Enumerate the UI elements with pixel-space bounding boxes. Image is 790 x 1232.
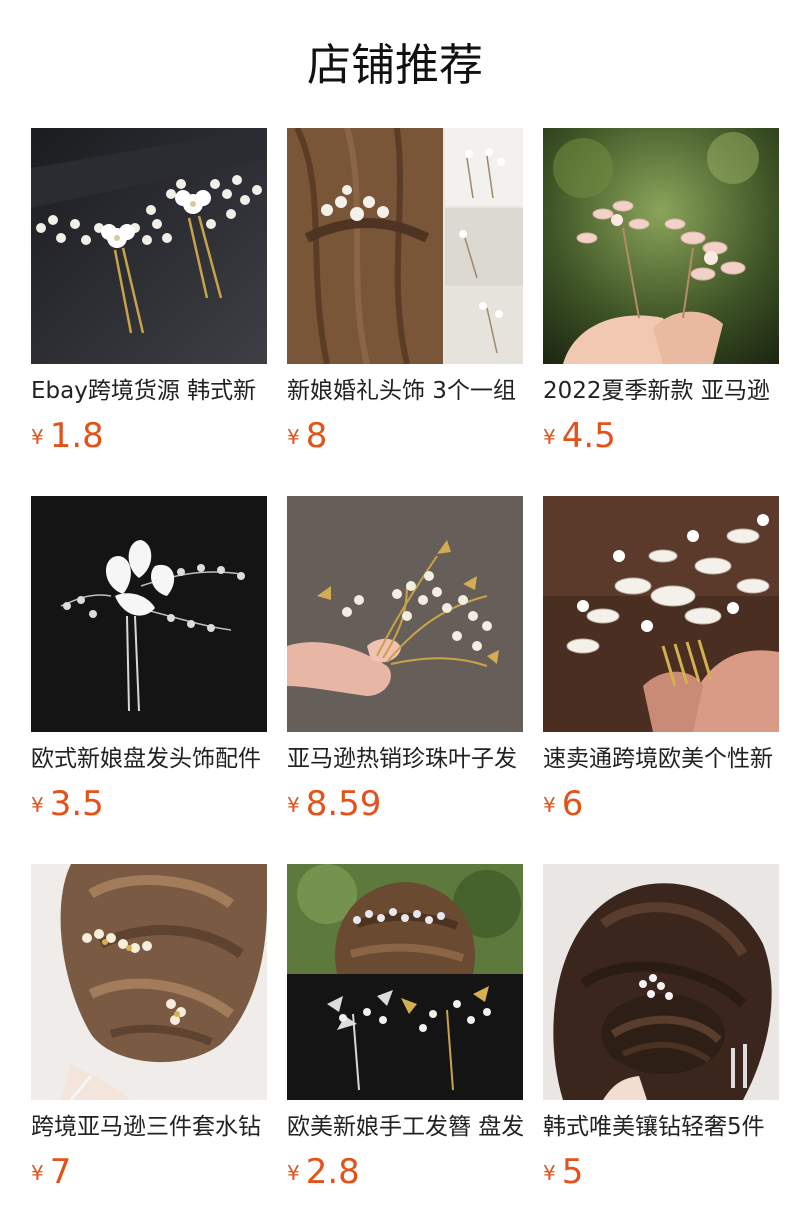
product-price: ¥1.8 — [31, 414, 104, 458]
price-value: 4.5 — [561, 416, 616, 456]
currency-symbol: ¥ — [31, 1161, 44, 1185]
product-card[interactable]: 欧式新娘盘发头饰配件 ¥3.5 — [31, 496, 267, 836]
product-price: ¥8 — [287, 414, 327, 458]
product-image[interactable] — [31, 496, 267, 732]
product-price: ¥4.5 — [543, 414, 616, 458]
product-image[interactable] — [543, 128, 779, 364]
currency-symbol: ¥ — [31, 425, 44, 449]
currency-symbol: ¥ — [287, 793, 300, 817]
product-card[interactable]: 韩式唯美镶钻轻奢5件 ¥5 — [543, 864, 779, 1204]
currency-symbol: ¥ — [543, 425, 556, 449]
price-value: 3.5 — [49, 784, 104, 824]
product-image[interactable] — [31, 128, 267, 364]
page-title: 店铺推荐 — [307, 40, 483, 91]
price-value: 8 — [305, 416, 328, 456]
product-image[interactable] — [287, 864, 523, 1100]
product-card[interactable]: Ebay跨境货源 韩式新 ¥1.8 — [31, 128, 267, 468]
currency-symbol: ¥ — [543, 793, 556, 817]
product-card[interactable]: 速卖通跨境欧美个性新 ¥6 — [543, 496, 779, 836]
product-name[interactable]: 韩式唯美镶钻轻奢5件 — [543, 1110, 779, 1144]
product-card[interactable]: 2022夏季新款 亚马逊 ¥4.5 — [543, 128, 779, 468]
product-price: ¥6 — [543, 782, 583, 826]
price-value: 8.59 — [305, 784, 382, 824]
product-image[interactable] — [543, 496, 779, 732]
product-price: ¥8.59 — [287, 782, 381, 826]
product-name[interactable]: 新娘婚礼头饰 3个一组 — [287, 374, 523, 408]
product-price: ¥5 — [543, 1150, 583, 1194]
product-image[interactable] — [543, 864, 779, 1100]
price-value: 7 — [49, 1152, 72, 1192]
product-name[interactable]: 跨境亚马逊三件套水钻 — [31, 1110, 267, 1144]
currency-symbol: ¥ — [287, 1161, 300, 1185]
product-name[interactable]: Ebay跨境货源 韩式新 — [31, 374, 267, 408]
product-image[interactable] — [31, 864, 267, 1100]
price-value: 6 — [561, 784, 584, 824]
product-price: ¥2.8 — [287, 1150, 360, 1194]
currency-symbol: ¥ — [287, 425, 300, 449]
product-image[interactable] — [287, 128, 523, 364]
product-card[interactable]: 新娘婚礼头饰 3个一组 ¥8 — [287, 128, 523, 468]
price-value: 2.8 — [305, 1152, 360, 1192]
price-value: 1.8 — [49, 416, 104, 456]
price-value: 5 — [561, 1152, 584, 1192]
product-image[interactable] — [287, 496, 523, 732]
currency-symbol: ¥ — [543, 1161, 556, 1185]
product-name[interactable]: 2022夏季新款 亚马逊 — [543, 374, 779, 408]
product-name[interactable]: 欧式新娘盘发头饰配件 — [31, 742, 267, 776]
product-card[interactable]: 跨境亚马逊三件套水钻 ¥7 — [31, 864, 267, 1204]
product-price: ¥7 — [31, 1150, 71, 1194]
product-name[interactable]: 欧美新娘手工发簪 盘发 — [287, 1110, 523, 1144]
product-name[interactable]: 亚马逊热销珍珠叶子发 — [287, 742, 523, 776]
product-price: ¥3.5 — [31, 782, 104, 826]
product-card[interactable]: 亚马逊热销珍珠叶子发 ¥8.59 — [287, 496, 523, 836]
product-name[interactable]: 速卖通跨境欧美个性新 — [543, 742, 779, 776]
currency-symbol: ¥ — [31, 793, 44, 817]
product-card[interactable]: 欧美新娘手工发簪 盘发 ¥2.8 — [287, 864, 523, 1204]
